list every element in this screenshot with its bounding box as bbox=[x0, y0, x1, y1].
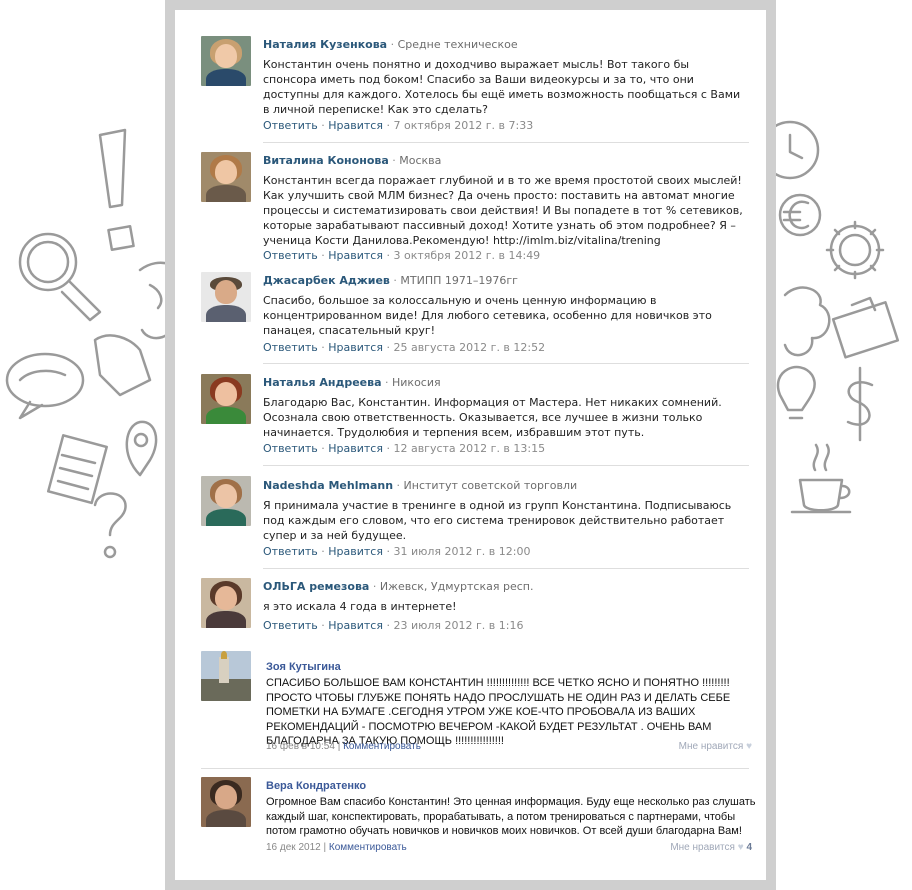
reply-link[interactable]: Ответить bbox=[263, 545, 318, 558]
author-meta: МТИПП 1971–1976гг bbox=[400, 274, 518, 287]
divider bbox=[263, 142, 749, 143]
avatar[interactable] bbox=[201, 578, 251, 628]
location-pin-icon bbox=[125, 420, 158, 477]
magnifier-icon bbox=[18, 232, 102, 322]
coffee-cup-icon bbox=[790, 443, 852, 514]
author-name[interactable]: Зоя Кутыгина bbox=[266, 661, 341, 673]
author-name[interactable]: Вера Кондратенко bbox=[266, 780, 366, 792]
like-count: 4 bbox=[746, 842, 752, 853]
comments-card: Наталия Кузенкова · Средне техническое К… bbox=[165, 0, 776, 890]
speech-bubble-icon bbox=[5, 352, 85, 420]
comment-link[interactable]: Комментировать bbox=[329, 842, 407, 853]
divider bbox=[263, 465, 749, 466]
like-button[interactable]: Мне нравится ♥ bbox=[679, 741, 752, 752]
avatar[interactable] bbox=[201, 36, 251, 86]
comment-text: я это искала 4 года в интернете! bbox=[263, 600, 457, 613]
divider bbox=[263, 568, 749, 569]
author-meta: Москва bbox=[399, 154, 442, 167]
avatar[interactable] bbox=[201, 374, 251, 424]
brain-icon bbox=[783, 286, 831, 357]
author-name[interactable]: Наталия Кузенкова bbox=[263, 38, 387, 51]
comment-date: 16 фев в 10:54 bbox=[266, 741, 335, 752]
author-name[interactable]: Наталья Андреева bbox=[263, 376, 382, 389]
reply-link[interactable]: Ответить bbox=[263, 119, 318, 132]
comments-panel: Наталия Кузенкова · Средне техническое К… bbox=[175, 10, 766, 880]
avatar[interactable] bbox=[201, 777, 251, 827]
dollar-icon bbox=[846, 366, 874, 442]
author-name[interactable]: Джасарбек Аджиев bbox=[263, 274, 390, 287]
like-link[interactable]: Нравится bbox=[328, 341, 383, 354]
reply-link[interactable]: Ответить bbox=[263, 341, 318, 354]
hand-icon bbox=[93, 334, 152, 397]
comment-text: Константин всегда поражает глубиной и в … bbox=[263, 174, 743, 247]
comment-text: Спасибо, большое за колоссальную и очень… bbox=[263, 294, 712, 337]
exclamation-icon bbox=[98, 128, 135, 252]
comment-date: 23 июля 2012 г. в 1:16 bbox=[393, 619, 524, 632]
author-meta: Ижевск, Удмуртская респ. bbox=[379, 580, 534, 593]
bulb-icon bbox=[776, 365, 816, 420]
comment-date: 7 октября 2012 г. в 7:33 bbox=[393, 119, 534, 132]
author-meta: Никосия bbox=[392, 376, 441, 389]
comment-text: Я принимала участие в тренинге в одной и… bbox=[263, 499, 732, 542]
like-link[interactable]: Нравится bbox=[328, 249, 383, 262]
author-meta: Институт советской торговли bbox=[403, 479, 578, 492]
comment-link[interactable]: Комментировать bbox=[343, 741, 421, 752]
briefcase-icon bbox=[831, 296, 900, 359]
notepad-icon bbox=[46, 434, 108, 505]
comment-text: Благодарю Вас, Константин. Информация от… bbox=[263, 396, 722, 439]
comment-date: 12 августа 2012 г. в 13:15 bbox=[393, 442, 546, 455]
divider bbox=[201, 768, 749, 769]
divider bbox=[263, 363, 749, 364]
reply-link[interactable]: Ответить bbox=[263, 619, 318, 632]
reply-link[interactable]: Ответить bbox=[263, 442, 318, 455]
author-meta: Средне техническое bbox=[397, 38, 518, 51]
gear-icon bbox=[825, 220, 885, 280]
comment-text: Константин очень понятно и доходчиво выр… bbox=[263, 58, 741, 116]
reply-link[interactable]: Ответить bbox=[263, 249, 318, 262]
like-button[interactable]: Мне нравится ♥ 4 bbox=[670, 842, 752, 853]
comment-date: 31 июля 2012 г. в 12:00 bbox=[393, 545, 531, 558]
like-link[interactable]: Нравится bbox=[328, 442, 383, 455]
avatar[interactable] bbox=[201, 272, 251, 322]
heart-icon: ♥ bbox=[737, 842, 744, 853]
heart-icon: ♥ bbox=[746, 741, 752, 752]
author-name[interactable]: Виталина Кононова bbox=[263, 154, 389, 167]
euro-icon bbox=[778, 193, 822, 237]
author-name[interactable]: ОЛЬГА ремезова bbox=[263, 580, 369, 593]
question-icon bbox=[93, 492, 127, 559]
like-link[interactable]: Нравится bbox=[328, 545, 383, 558]
avatar[interactable] bbox=[201, 476, 251, 526]
comment-date: 16 дек 2012 bbox=[266, 842, 321, 853]
comment-date: 25 августа 2012 г. в 12:52 bbox=[393, 341, 546, 354]
comment-text: Огромное Вам спасибо Константин! Это цен… bbox=[266, 796, 756, 837]
like-link[interactable]: Нравится bbox=[328, 619, 383, 632]
author-name[interactable]: Nadeshda Mehlmann bbox=[263, 479, 393, 492]
comment-date: 3 октября 2012 г. в 14:49 bbox=[393, 249, 541, 262]
comment-text: СПАСИБО БОЛЬШОЕ ВАМ КОНСТАНТИН !!!!!!!!!… bbox=[266, 677, 731, 747]
avatar[interactable] bbox=[201, 152, 251, 202]
avatar[interactable] bbox=[201, 651, 251, 701]
like-link[interactable]: Нравится bbox=[328, 119, 383, 132]
